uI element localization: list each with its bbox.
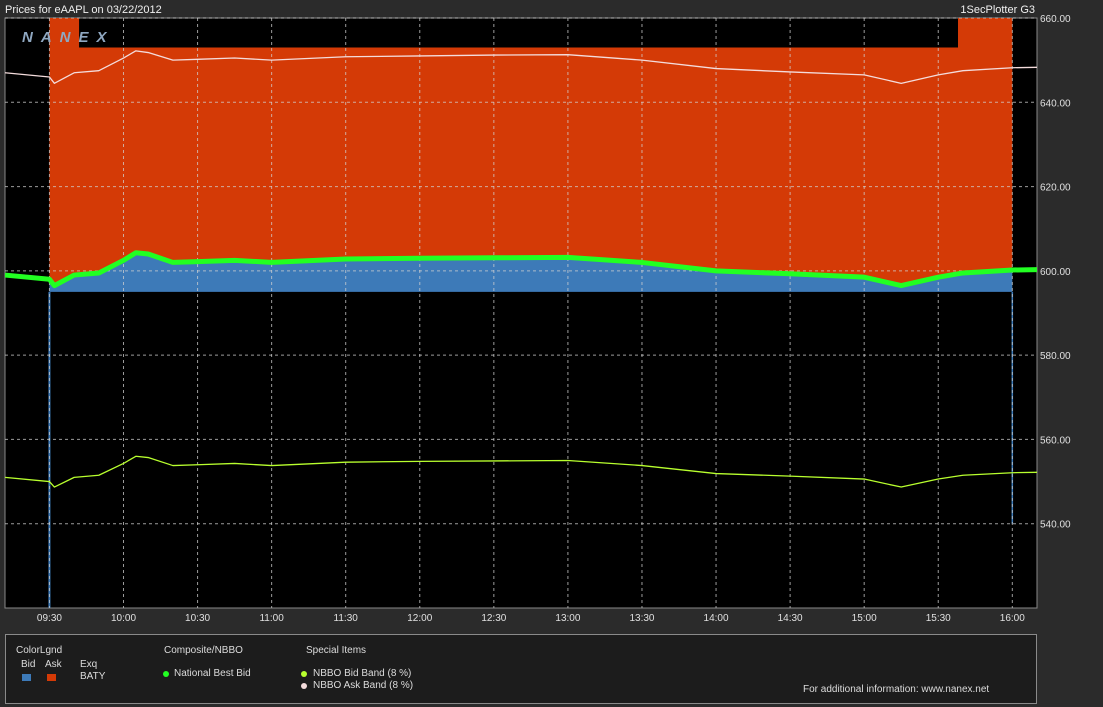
special-items-title: Special Items: [306, 645, 367, 656]
bid-band-dot-icon: [301, 671, 307, 677]
bid-band-label: NBBO Bid Band (8 %): [313, 668, 412, 679]
x-tick-label: 11:30: [334, 613, 359, 624]
nanex-watermark: NANEX: [22, 29, 115, 46]
y-tick-label: 620.00: [1040, 183, 1071, 194]
composite-title: Composite/NBBO: [164, 645, 243, 656]
bid-color-swatch: [22, 674, 31, 681]
y-tick-label: 660.00: [1040, 14, 1071, 25]
x-tick-label: 12:00: [407, 613, 432, 624]
y-tick-label: 640.00: [1040, 98, 1071, 109]
x-tick-label: 09:30: [37, 613, 62, 624]
nbb-dot-icon: [163, 671, 169, 677]
x-tick-label: 10:30: [185, 613, 210, 624]
x-tick-label: 11:00: [259, 613, 284, 624]
ask-band-label: NBBO Ask Band (8 %): [313, 680, 414, 691]
ask-quote-area: [49, 47, 1013, 286]
x-tick-label: 13:30: [629, 613, 654, 624]
ask-band-dot-icon: [301, 683, 307, 689]
legend-color-title: ColorLgnd: [16, 645, 63, 656]
legend-exchange: BATY: [80, 671, 106, 682]
y-tick-label: 600.00: [1040, 267, 1071, 278]
legend-ask-label: Ask: [45, 659, 62, 670]
legend-bid-label: Bid: [21, 659, 36, 670]
x-tick-label: 12:30: [481, 613, 506, 624]
x-tick-label: 10:00: [111, 613, 136, 624]
y-tick-label: 540.00: [1040, 520, 1071, 531]
ask-color-swatch: [47, 674, 56, 681]
nbb-label: National Best Bid: [174, 668, 251, 679]
x-tick-label: 16:00: [1000, 613, 1025, 624]
y-tick-label: 580.00: [1040, 351, 1071, 362]
x-tick-label: 13:00: [555, 613, 580, 624]
x-tick-label: 15:30: [926, 613, 951, 624]
legend-exq-label: Exq: [80, 659, 98, 670]
y-tick-label: 560.00: [1040, 435, 1071, 446]
x-tick-label: 15:00: [852, 613, 877, 624]
ask-spike-close: [957, 18, 1013, 48]
legend-panel: ColorLgnd Bid Ask Exq BATY Composite/NBB…: [5, 634, 1037, 704]
price-chart: 09:30 10:00 10:30 11:00 11:30 12:00 12:30 13:00…: [4, 14, 1071, 624]
x-tick-label: 14:30: [778, 613, 803, 624]
x-tick-label: 14:00: [704, 613, 729, 624]
info-link[interactable]: For additional information: www.nanex.ne…: [803, 684, 989, 695]
